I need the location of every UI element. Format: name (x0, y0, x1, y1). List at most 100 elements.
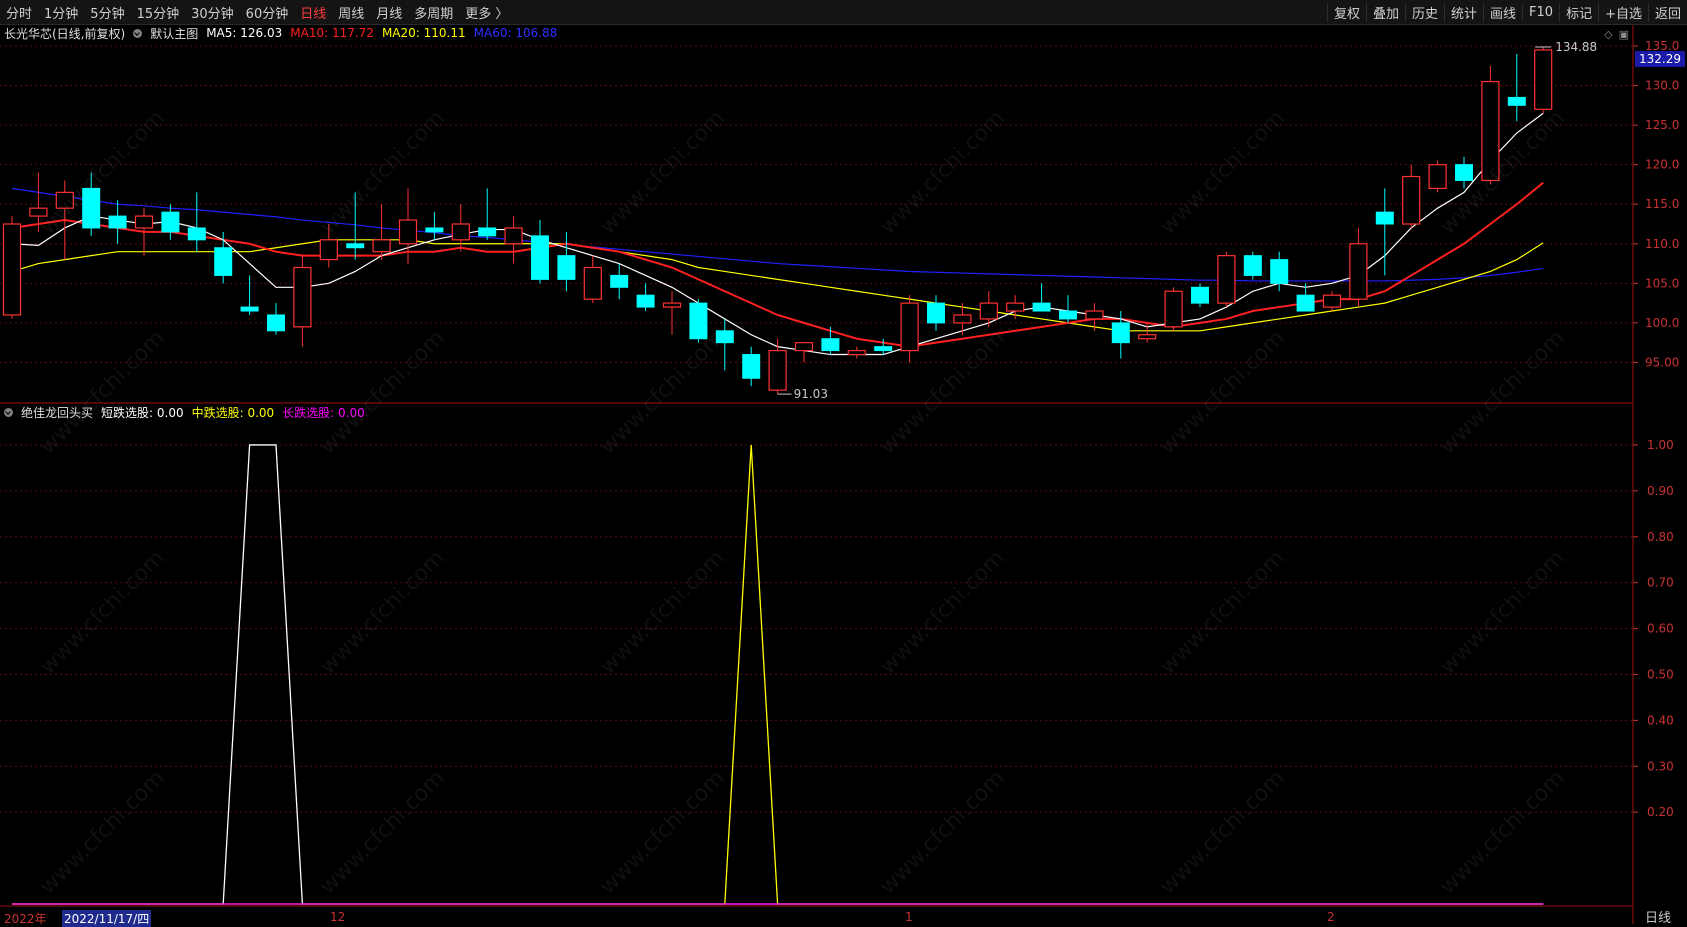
candle-body-up (583, 266, 602, 300)
date-year: 2022年 (4, 912, 47, 926)
current-price-tag: 132.29 (1635, 51, 1685, 67)
candle-body-down (689, 302, 708, 340)
candle-body-down (1507, 96, 1526, 106)
date-month-12: 12 (330, 910, 346, 924)
candle-body-up (900, 302, 919, 352)
candle-body-down (187, 227, 206, 241)
stock-title[interactable]: 长光华芯(日线,前复权) (4, 25, 125, 42)
main-tick-label: 110.0 (1645, 237, 1679, 251)
ind-tick-label: 0.90 (1647, 484, 1674, 498)
date-month-2: 2 (1327, 910, 1335, 924)
candle-body-down (108, 215, 127, 229)
candle-body-up (1217, 255, 1236, 304)
candle-body-down (531, 235, 549, 280)
candle-body-down (425, 227, 444, 233)
high-label: 134.88 (1555, 40, 1597, 54)
mid-value: 中跌选股: 0.00 (191, 405, 275, 420)
candle-body-down (1270, 259, 1289, 284)
candle-body-down (715, 330, 734, 344)
date-axis: 2022年 2022/11/17/四 12 1 2 (0, 910, 1633, 927)
period-tab-daily[interactable]: 日线 (1645, 907, 1671, 926)
candle-body-down (267, 314, 285, 332)
candle-body-up (293, 266, 312, 328)
candle-body-up (451, 223, 470, 241)
ma60-value: MA60: 106.88 (473, 26, 558, 40)
date-current: 2022/11/17/四 (62, 910, 152, 927)
candle-body-down (636, 294, 655, 308)
candle-body-down (557, 255, 576, 280)
ma20-line (11, 239, 1544, 332)
low-label: 91.03 (794, 387, 828, 401)
short-value: 短跌选股: 0.00 (101, 405, 184, 420)
candle-body-down (1032, 302, 1051, 312)
candle-body-up (662, 302, 682, 308)
long-value: 长跌选股: 0.00 (282, 405, 365, 420)
ind-tick-label: 0.40 (1647, 713, 1674, 727)
candle-body-down (346, 243, 365, 249)
dropdown-circle-icon[interactable] (4, 407, 13, 417)
ind-tick-label: 0.50 (1647, 667, 1674, 681)
candle-body-down (214, 247, 233, 276)
corner-controls: ◇ ▣ (1604, 28, 1629, 41)
dropdown-circle-icon[interactable] (133, 28, 143, 38)
diamond-icon[interactable]: ◇ (1604, 28, 1612, 41)
candle-body-up (398, 219, 418, 245)
candle-body-down (610, 274, 629, 288)
ind-tick-label: 0.30 (1647, 759, 1674, 773)
candle-body-up (768, 349, 787, 391)
candle-body-up (2, 223, 22, 316)
date-month-1: 1 (905, 910, 913, 924)
candle-body-up (1006, 302, 1025, 312)
candle-body-up (1085, 310, 1104, 320)
main-tick-label: 120.0 (1645, 158, 1679, 172)
candle-body-down (1375, 211, 1394, 225)
main-tick-label: 115.0 (1645, 197, 1679, 211)
candle-body-up (55, 191, 74, 209)
candle-body-up (953, 314, 972, 324)
main-tick-label: 95.00 (1645, 355, 1679, 369)
candle-body-up (847, 349, 866, 356)
ma5-value: MA5: 126.03 (206, 26, 283, 40)
main-info-line: 长光华芯(日线,前复权) 默认主图 MA5: 126.03 MA10: 117.… (4, 24, 565, 42)
main-tick-label: 125.0 (1645, 118, 1679, 132)
candle-body-up (134, 215, 154, 229)
ma5-line (11, 112, 1544, 356)
candle-body-up (1138, 334, 1157, 340)
candle-body-up (979, 302, 998, 320)
indicator-info-line: 绝佳龙回头买 短跌选股: 0.00 中跌选股: 0.00 长跌选股: 0.00 (4, 403, 373, 421)
candle-body-down (1191, 286, 1209, 304)
candle-body-down (240, 306, 259, 312)
main-tick-label: 105.0 (1645, 276, 1679, 290)
ind-tick-label: 0.20 (1647, 805, 1674, 819)
candle-body-down (1455, 164, 1473, 181)
candle-body-down (478, 227, 497, 237)
template-name[interactable]: 默认主图 (150, 25, 198, 42)
main-tick-label: 100.0 (1645, 316, 1679, 330)
stock-chart: 95.00 100.0 105.0 110.0 115.0 120.0 125.0 130.0… (0, 25, 1679, 924)
window-icon[interactable]: ▣ (1619, 28, 1629, 41)
ma20-value: MA20: 110.11 (381, 26, 466, 40)
candle-body-up (372, 239, 391, 253)
candle-body-up (1534, 49, 1553, 110)
candle-body-down (161, 211, 180, 233)
candle-body-down (1243, 255, 1262, 276)
candle-body-up (1481, 80, 1500, 182)
candle-body-up (1349, 243, 1368, 300)
candle-body-up (1164, 290, 1183, 328)
candle-body-down (1059, 310, 1077, 320)
candle-body-down (874, 346, 893, 352)
candle-body-up (1322, 294, 1342, 308)
ind-tick-label: 0.80 (1647, 530, 1674, 544)
candle-body-up (504, 227, 523, 245)
candle-body-down (742, 354, 761, 379)
ma60-line (11, 187, 1544, 282)
candle-body-up (29, 207, 48, 217)
ind-tick-label: 0.60 (1647, 622, 1674, 636)
ind-tick-label: 1.00 (1647, 438, 1674, 452)
candle-body-up (319, 239, 338, 261)
candle-body-up (1428, 164, 1447, 190)
indicator-name[interactable]: 绝佳龙回头买 (21, 404, 93, 421)
candle-body-up (794, 342, 814, 352)
candle-body-up (1402, 175, 1421, 225)
candle-body-down (82, 187, 101, 229)
